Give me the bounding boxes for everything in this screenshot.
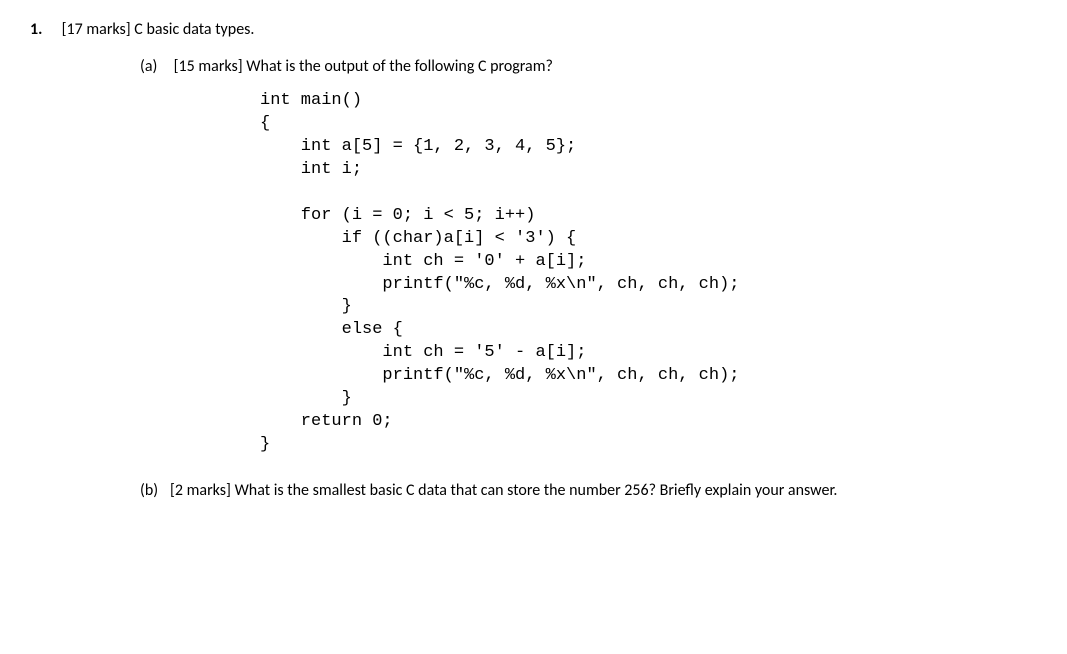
- question-title: [17 marks] C basic data types.: [62, 20, 255, 39]
- question-number: 1.: [30, 20, 58, 39]
- part-b: (b) [2 marks] What is the smallest basic…: [140, 481, 1037, 500]
- part-a-label: (a): [140, 57, 170, 76]
- question-header: 1. [17 marks] C basic data types.: [30, 20, 1037, 39]
- part-b-label: (b): [140, 481, 170, 500]
- part-b-text: [2 marks] What is the smallest basic C d…: [170, 481, 1037, 500]
- part-a: (a) [15 marks] What is the output of the…: [140, 57, 1037, 76]
- code-block: int main() { int a[5] = {1, 2, 3, 4, 5};…: [260, 90, 1037, 457]
- part-a-text: [15 marks] What is the output of the fol…: [174, 57, 553, 76]
